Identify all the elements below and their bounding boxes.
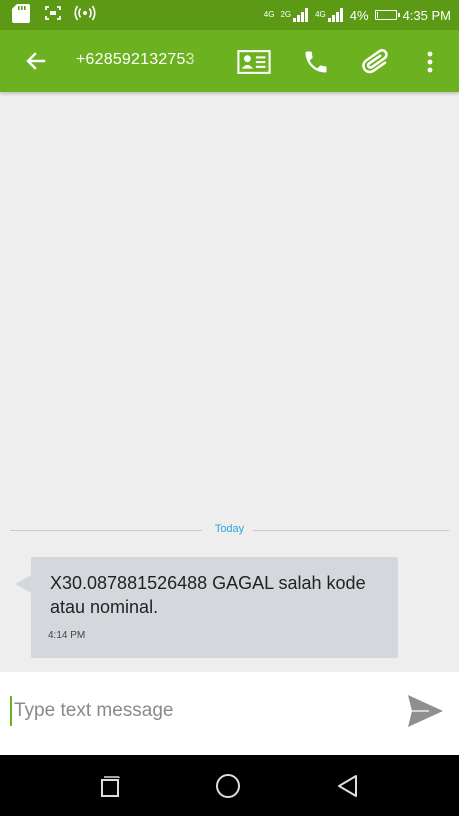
message-text: X30.087881526488 GAGAL salah kode atau n… — [50, 573, 366, 617]
divider-line-right — [253, 530, 449, 531]
recent-apps-button[interactable] — [92, 768, 128, 804]
date-divider: Today — [10, 523, 449, 537]
recent-apps-icon — [101, 776, 120, 797]
compose-bar — [0, 672, 459, 755]
signal-icon: 4G — [315, 8, 344, 22]
signal-icon: 2G — [280, 8, 309, 22]
conversation-title: +628592132753 — [76, 51, 195, 68]
back-icon — [338, 775, 357, 797]
attachment-button[interactable] — [360, 45, 394, 79]
volte-icon: 4G — [263, 10, 275, 19]
back-arrow-icon — [26, 52, 46, 70]
message-input[interactable] — [10, 696, 384, 726]
back-nav-button[interactable] — [330, 768, 366, 804]
screenshot-icon — [44, 5, 62, 26]
status-bar: 4G 2G 4G 4% 4:35 PM — [0, 0, 459, 30]
more-options-button[interactable] — [413, 45, 447, 79]
home-icon — [216, 774, 240, 798]
more-vert-icon — [427, 51, 433, 73]
send-icon — [408, 695, 443, 727]
call-button[interactable] — [299, 45, 333, 79]
phone-icon — [305, 51, 327, 73]
hotspot-icon — [74, 5, 96, 26]
battery-icon — [374, 10, 400, 20]
battery-percent: 4% — [349, 7, 369, 23]
message-timestamp: 4:14 PM — [48, 630, 86, 641]
bubble-tail — [15, 575, 31, 593]
date-divider-label: Today — [214, 523, 245, 535]
title-fade — [186, 46, 206, 76]
home-button[interactable] — [210, 768, 246, 804]
back-button[interactable] — [20, 45, 52, 77]
attachment-icon — [362, 49, 388, 74]
message-bubble[interactable]: X30.087881526488 GAGAL salah kode atau n… — [31, 557, 398, 658]
app-toolbar: +628592132753 — [0, 30, 459, 92]
send-button[interactable] — [402, 688, 448, 734]
navigation-bar — [0, 755, 459, 816]
sd-card-icon — [10, 2, 32, 29]
contact-card-button[interactable] — [237, 45, 271, 79]
contact-card-icon — [237, 50, 271, 74]
status-time: 4:35 PM — [402, 7, 451, 23]
